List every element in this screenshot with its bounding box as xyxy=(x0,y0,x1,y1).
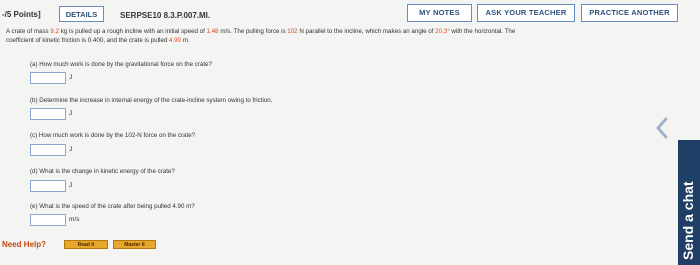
part-c-question: (c) How much work is done by the 102-N f… xyxy=(30,132,196,139)
points-label: -/5 Points] xyxy=(2,10,41,19)
problem-statement: A crate of mass 9.2 kg is pulled up a ro… xyxy=(6,28,516,44)
part-d-question: (d) What is the change in kinetic energy… xyxy=(30,168,175,175)
details-button[interactable]: DETAILS xyxy=(59,6,104,22)
part-e-question: (e) What is the speed of the crate after… xyxy=(30,203,195,210)
problem-id: SERPSE10 8.3.P.007.MI. xyxy=(120,11,211,20)
top-bar: -/5 Points] DETAILS SERPSE10 8.3.P.007.M… xyxy=(0,4,700,26)
mass-value: 9.2 xyxy=(50,28,59,35)
part-a-question: (a) How much work is done by the gravita… xyxy=(30,61,212,68)
angle-value: 20.3° xyxy=(435,28,450,35)
part-b-question: (b) Determine the increase in internal e… xyxy=(30,97,273,104)
send-chat-label: Send a chat xyxy=(680,181,696,260)
distance-value: 4.90 xyxy=(168,36,181,44)
ask-teacher-button[interactable]: ASK YOUR TEACHER xyxy=(477,4,575,22)
need-help-label: Need Help? xyxy=(2,240,47,249)
part-e-answer-input[interactable] xyxy=(30,214,66,226)
part-b-answer-input[interactable] xyxy=(30,108,66,120)
part-d-answer-input[interactable] xyxy=(30,180,66,192)
speed-value: 1.48 xyxy=(206,28,219,35)
part-a-answer-input[interactable] xyxy=(30,72,66,84)
read-it-button[interactable]: Read It xyxy=(64,240,108,249)
my-notes-button[interactable]: MY NOTES xyxy=(407,4,472,22)
part-c-unit: J xyxy=(69,146,73,153)
part-e-unit: m/s xyxy=(69,216,80,223)
chevron-left-icon[interactable] xyxy=(655,117,669,139)
send-chat-tab[interactable]: Send a chat xyxy=(678,140,700,265)
practice-another-button[interactable]: PRACTICE ANOTHER xyxy=(581,4,678,22)
part-a-unit: J xyxy=(69,74,73,81)
part-b-unit: J xyxy=(69,110,73,117)
part-c-answer-input[interactable] xyxy=(30,144,66,156)
force-value: 102 xyxy=(287,28,298,35)
master-it-button[interactable]: Master It xyxy=(113,240,156,249)
part-d-unit: J xyxy=(69,182,73,189)
